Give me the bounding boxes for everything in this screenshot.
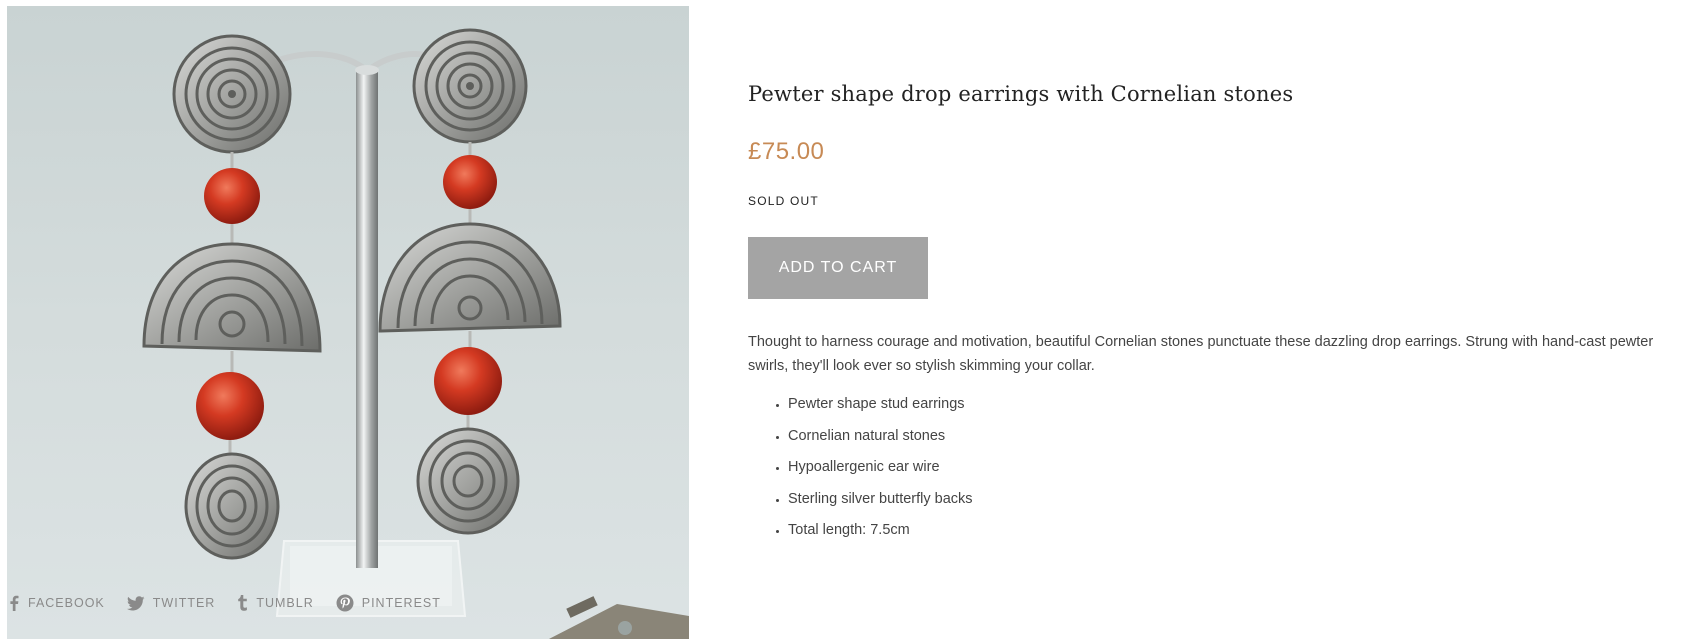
product-price: £75.00 [748,138,825,165]
stock-status: SOLD OUT [748,194,819,208]
feature-item: Sterling silver butterfly backs [788,487,973,519]
feature-item: Total length: 7.5cm [788,518,973,550]
facebook-icon [10,595,19,611]
share-tumblr-link[interactable]: TUMBLR [237,595,313,611]
share-twitter-label: TWITTER [152,596,216,610]
share-twitter-link[interactable]: TWITTER [126,595,216,611]
share-tumblr-label: TUMBLR [256,596,314,610]
share-pinterest-link[interactable]: PINTEREST [336,594,441,612]
pinterest-icon [336,594,354,612]
share-links: FACEBOOK TWITTER TUMBLR PINTEREST [8,594,463,612]
feature-item: Cornelian natural stones [788,424,973,456]
share-facebook-link[interactable]: FACEBOOK [8,595,105,611]
twitter-icon [126,595,145,610]
add-to-cart-button[interactable]: ADD TO CART [748,237,928,299]
product-title: Pewter shape drop earrings with Cornelia… [748,82,1294,106]
feature-item: Hypoallergenic ear wire [788,455,973,487]
feature-list: Pewter shape stud earrings Cornelian nat… [748,392,973,550]
tumblr-icon [238,595,248,611]
product-image[interactable] [7,6,689,639]
feature-item: Pewter shape stud earrings [788,392,973,424]
share-pinterest-label: PINTEREST [361,596,441,610]
share-facebook-label: FACEBOOK [28,596,105,610]
product-description: Thought to harness courage and motivatio… [748,334,1654,374]
